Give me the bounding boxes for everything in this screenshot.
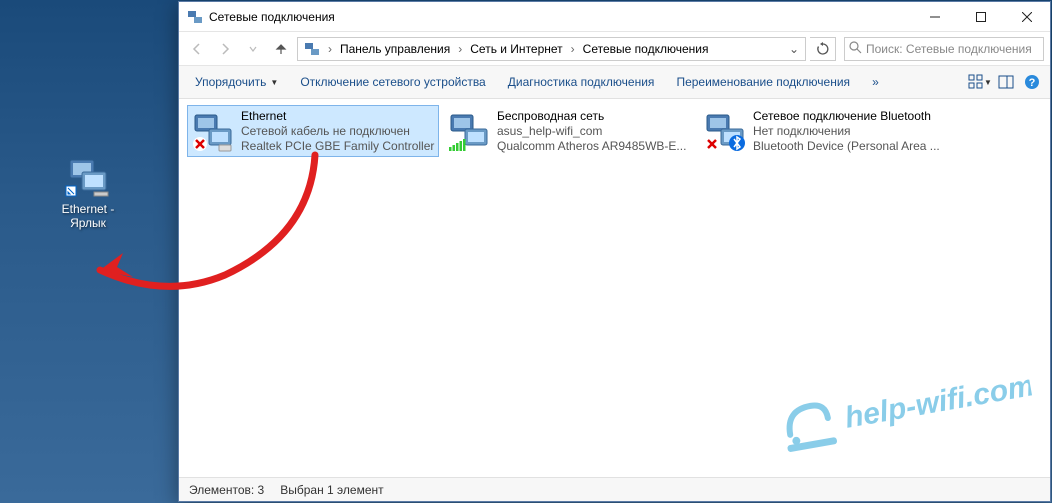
close-button[interactable] xyxy=(1004,2,1050,31)
chevron-down-icon: ▼ xyxy=(270,78,278,87)
preview-pane-button[interactable] xyxy=(994,70,1018,94)
view-icons-button[interactable]: ▼ xyxy=(968,70,992,94)
connection-name: Беспроводная сеть xyxy=(497,109,691,124)
breadcrumb-network-internet[interactable]: Сеть и Интернет xyxy=(466,38,566,60)
connection-status: Нет подключения xyxy=(753,124,947,139)
window-title: Сетевые подключения xyxy=(209,10,335,24)
wifi-adapter-icon xyxy=(447,109,491,153)
forward-button[interactable] xyxy=(213,37,237,61)
minimize-button[interactable] xyxy=(912,2,958,31)
network-connections-window: Сетевые подключения › Пане xyxy=(178,1,1051,502)
disable-device-button[interactable]: Отключение сетевого устройства xyxy=(290,68,495,96)
shortcut-label: Ethernet - Ярлык xyxy=(50,202,126,230)
more-commands-button[interactable]: » xyxy=(862,68,889,96)
status-selected-count: Выбран 1 элемент xyxy=(280,483,383,497)
content-area[interactable]: Ethernet Сетевой кабель не подключен Rea… xyxy=(179,99,1050,477)
connection-status: Сетевой кабель не подключен xyxy=(241,124,435,139)
connection-ethernet[interactable]: Ethernet Сетевой кабель не подключен Rea… xyxy=(187,105,439,157)
network-connections-icon xyxy=(187,9,203,25)
search-icon xyxy=(849,41,862,57)
status-element-count: Элементов: 3 xyxy=(189,483,264,497)
breadcrumb-icon[interactable] xyxy=(300,38,324,60)
titlebar[interactable]: Сетевые подключения xyxy=(179,2,1050,32)
connection-device: Qualcomm Atheros AR9485WB-E... xyxy=(497,139,691,154)
back-button[interactable] xyxy=(185,37,209,61)
address-row: › Панель управления › Сеть и Интернет › … xyxy=(179,32,1050,66)
diagnose-button[interactable]: Диагностика подключения xyxy=(498,68,665,96)
search-box[interactable]: Поиск: Сетевые подключения xyxy=(844,37,1044,61)
connection-name: Сетевое подключение Bluetooth xyxy=(753,109,947,124)
maximize-button[interactable] xyxy=(958,2,1004,31)
connection-status: asus_help-wifi_com xyxy=(497,124,691,139)
chevron-right-icon[interactable]: › xyxy=(456,42,464,56)
address-dropdown[interactable]: ⌄ xyxy=(785,42,803,56)
chevron-right-icon[interactable]: › xyxy=(326,42,334,56)
connection-wifi[interactable]: Беспроводная сеть asus_help-wifi_com Qua… xyxy=(443,105,695,157)
rename-button[interactable]: Переименование подключения xyxy=(666,68,860,96)
svg-text:?: ? xyxy=(1029,77,1036,89)
connection-device: Bluetooth Device (Personal Area ... xyxy=(753,139,947,154)
connection-device: Realtek PCIe GBE Family Controller xyxy=(241,139,435,154)
recent-dropdown[interactable] xyxy=(241,37,265,61)
help-button[interactable]: ? xyxy=(1020,70,1044,94)
bluetooth-adapter-icon xyxy=(703,109,747,153)
breadcrumb-control-panel[interactable]: Панель управления xyxy=(336,38,454,60)
breadcrumb-bar[interactable]: › Панель управления › Сеть и Интернет › … xyxy=(297,37,806,61)
organize-button[interactable]: Упорядочить ▼ xyxy=(185,68,288,96)
desktop-shortcut-ethernet[interactable]: Ethernet - Ярлык xyxy=(50,150,126,230)
search-placeholder: Поиск: Сетевые подключения xyxy=(866,42,1032,56)
status-bar: Элементов: 3 Выбран 1 элемент xyxy=(179,477,1050,501)
network-adapter-icon xyxy=(64,150,112,198)
connection-name: Ethernet xyxy=(241,109,435,124)
chevron-right-icon[interactable]: › xyxy=(569,42,577,56)
chevron-down-icon: ▼ xyxy=(984,78,992,87)
up-button[interactable] xyxy=(269,37,293,61)
command-bar: Упорядочить ▼ Отключение сетевого устрой… xyxy=(179,66,1050,99)
connection-bluetooth[interactable]: Сетевое подключение Bluetooth Нет подклю… xyxy=(699,105,951,157)
ethernet-adapter-icon xyxy=(191,109,235,153)
breadcrumb-network-connections[interactable]: Сетевые подключения xyxy=(579,38,713,60)
refresh-button[interactable] xyxy=(810,37,836,61)
